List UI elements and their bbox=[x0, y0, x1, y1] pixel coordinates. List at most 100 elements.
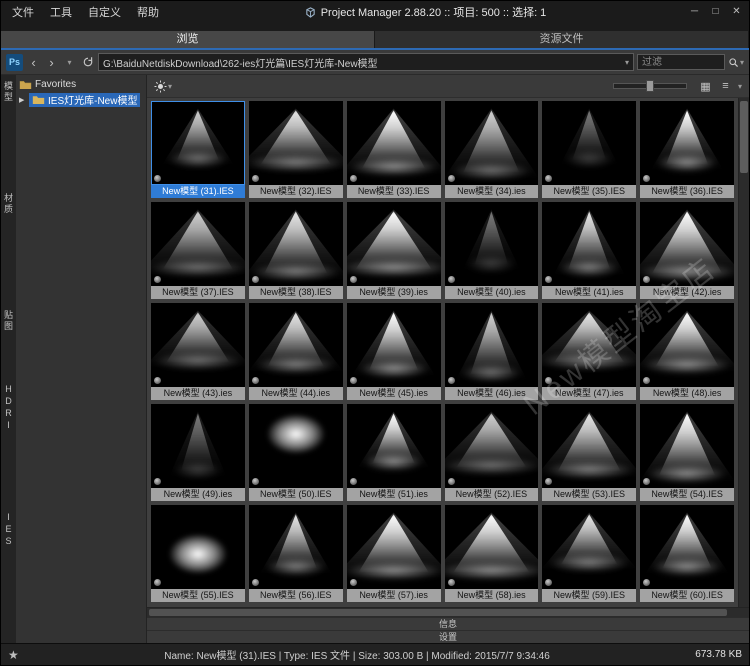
ies-thumbnail-item[interactable]: New模型 (45).ies bbox=[346, 303, 441, 400]
minimize-button[interactable]: ─ bbox=[684, 4, 705, 20]
brightness-dropdown-icon[interactable]: ▾ bbox=[168, 82, 172, 91]
menu-customize[interactable]: 自定义 bbox=[80, 2, 129, 22]
ies-thumbnail-item[interactable]: New模型 (36).IES bbox=[640, 101, 734, 198]
ies-thumbnail-item[interactable]: New模型 (39).ies bbox=[346, 202, 441, 299]
light-cone-base-glow bbox=[173, 461, 223, 480]
ies-thumbnail-item[interactable]: New模型 (40).ies bbox=[444, 202, 539, 299]
ies-thumbnail-item[interactable]: New模型 (55).IES bbox=[151, 505, 245, 602]
search-dropdown-icon[interactable]: ▾ bbox=[740, 58, 744, 67]
light-glow bbox=[168, 533, 227, 574]
ies-thumbnail-item[interactable]: New模型 (60).IES bbox=[640, 505, 734, 602]
refresh-icon[interactable] bbox=[80, 53, 95, 71]
ies-thumbnail-item[interactable]: New模型 (56).IES bbox=[248, 505, 343, 602]
ies-thumbnail-item[interactable]: New模型 (44).ies bbox=[248, 303, 343, 400]
ies-preview-image bbox=[444, 101, 539, 185]
light-icon bbox=[251, 478, 259, 485]
ies-thumbnail-item[interactable]: New模型 (43).ies bbox=[151, 303, 245, 400]
ies-filename-label: New模型 (48).ies bbox=[640, 387, 734, 400]
ies-thumbnail-item[interactable]: New模型 (51).ies bbox=[346, 404, 441, 501]
light-icon bbox=[349, 579, 357, 586]
ies-thumbnail-item[interactable]: New模型 (34).ies bbox=[444, 101, 539, 198]
ies-thumbnail-item[interactable]: New模型 (52).IES bbox=[444, 404, 539, 501]
tree-item-ies-folder[interactable]: ▶ IES灯光库-New模型 bbox=[16, 92, 146, 107]
path-combobox[interactable]: G:\BaiduNetdiskDownload\262-ies灯光篇\IES灯光… bbox=[98, 53, 634, 71]
settings-panel-header[interactable]: 设置 bbox=[147, 630, 749, 643]
history-dropdown-icon[interactable]: ▾ bbox=[62, 53, 77, 71]
favorite-star-icon[interactable]: ★ bbox=[8, 648, 19, 662]
slider-thumb[interactable] bbox=[645, 80, 654, 92]
ies-filename-label: New模型 (56).IES bbox=[248, 589, 343, 602]
ies-filename-label: New模型 (43).ies bbox=[151, 387, 245, 400]
ies-preview-image bbox=[444, 202, 539, 286]
horizontal-scrollbar-thumb[interactable] bbox=[149, 609, 727, 616]
ies-thumbnail-item[interactable]: New模型 (35).IES bbox=[542, 101, 637, 198]
light-icon bbox=[545, 276, 553, 283]
grid-view-icon[interactable]: ▦ bbox=[698, 77, 713, 95]
ies-thumbnail-item[interactable]: New模型 (48).ies bbox=[640, 303, 734, 400]
filter-input[interactable] bbox=[636, 54, 725, 70]
ies-preview-image bbox=[151, 101, 245, 185]
ies-thumbnail-item[interactable]: New模型 (59).IES bbox=[542, 505, 637, 602]
ies-thumbnail-item[interactable]: New模型 (41).ies bbox=[542, 202, 637, 299]
view-options-dropdown-icon[interactable]: ▾ bbox=[738, 82, 742, 91]
ies-thumbnail-item[interactable]: New模型 (37).IES bbox=[151, 202, 245, 299]
ies-preview-image bbox=[151, 202, 245, 286]
thumbnail-size-slider[interactable] bbox=[612, 80, 687, 92]
list-view-icon[interactable]: ≡ bbox=[718, 77, 733, 95]
ies-thumbnail-item[interactable]: New模型 (49).ies bbox=[151, 404, 245, 501]
vertical-scrollbar[interactable] bbox=[738, 98, 749, 607]
ies-thumbnail-item[interactable]: New模型 (53).IES bbox=[542, 404, 637, 501]
ies-thumbnail-item[interactable]: New模型 (31).IES bbox=[151, 101, 245, 198]
tab-browse[interactable]: 浏览 bbox=[1, 31, 375, 48]
tree-item-favorites[interactable]: Favorites bbox=[16, 77, 146, 92]
path-dropdown-icon[interactable]: ▾ bbox=[625, 58, 629, 67]
ies-thumbnail-item[interactable]: New模型 (46).ies bbox=[444, 303, 539, 400]
info-panel-header[interactable]: 信息 bbox=[147, 617, 749, 630]
ies-preview-image bbox=[444, 303, 539, 387]
ies-thumbnail-item[interactable]: New模型 (58).ies bbox=[444, 505, 539, 602]
sidebar-tab-ies[interactable]: IES bbox=[4, 512, 14, 548]
ies-thumbnail-item[interactable]: New模型 (33).IES bbox=[346, 101, 441, 198]
maximize-button[interactable]: □ bbox=[705, 4, 726, 20]
ies-preview-image bbox=[248, 404, 343, 488]
photoshop-button[interactable]: Ps bbox=[6, 53, 23, 71]
menu-file[interactable]: 文件 bbox=[4, 2, 42, 22]
horizontal-scrollbar[interactable] bbox=[147, 607, 749, 617]
sidebar-tab-hdri[interactable]: HDRI bbox=[4, 384, 14, 432]
sidebar-tab-textures[interactable]: 贴图 bbox=[2, 310, 15, 332]
light-icon bbox=[349, 276, 357, 283]
light-icon bbox=[643, 175, 651, 182]
forward-button[interactable]: › bbox=[44, 53, 59, 71]
ies-thumbnail-item[interactable]: New模型 (47).ies bbox=[542, 303, 637, 400]
ies-thumbnail-item[interactable]: New模型 (57).ies bbox=[346, 505, 441, 602]
ies-thumbnail-item[interactable]: New模型 (38).IES bbox=[248, 202, 343, 299]
light-cone-base-glow bbox=[255, 356, 337, 375]
search-button[interactable]: ▾ bbox=[728, 53, 744, 71]
light-icon bbox=[643, 276, 651, 283]
ies-thumbnail-item[interactable]: New模型 (32).IES bbox=[248, 101, 343, 198]
menu-tools[interactable]: 工具 bbox=[42, 2, 80, 22]
ies-thumbnail-item[interactable]: New模型 (50).IES bbox=[248, 404, 343, 501]
light-cone-base-glow bbox=[651, 558, 723, 577]
sidebar-tab-models[interactable]: 模型 bbox=[2, 81, 15, 103]
selected-folder[interactable]: IES灯光库-New模型 bbox=[29, 92, 141, 107]
menu-help[interactable]: 帮助 bbox=[129, 2, 167, 22]
ies-filename-label: New模型 (47).ies bbox=[542, 387, 637, 400]
back-button[interactable]: ‹ bbox=[26, 53, 41, 71]
light-icon bbox=[447, 276, 455, 283]
sidebar-tab-materials[interactable]: 材质 bbox=[2, 193, 15, 215]
ies-thumbnail-item[interactable]: New模型 (42).ies bbox=[640, 202, 734, 299]
vertical-scrollbar-thumb[interactable] bbox=[740, 101, 748, 173]
light-icon bbox=[447, 175, 455, 182]
ies-preview-image bbox=[542, 404, 637, 488]
light-cone-base-glow bbox=[346, 259, 441, 278]
expand-arrow-icon[interactable]: ▶ bbox=[19, 96, 26, 104]
menubar: 文件 工具 自定义 帮助 bbox=[1, 2, 167, 22]
brightness-button[interactable]: ▾ bbox=[154, 77, 172, 95]
light-cone-base-glow bbox=[250, 263, 342, 282]
close-button[interactable]: ✕ bbox=[726, 4, 747, 20]
light-icon bbox=[251, 377, 259, 384]
ies-thumbnail-item[interactable]: New模型 (54).IES bbox=[640, 404, 734, 501]
tab-resource-files[interactable]: 资源文件 bbox=[375, 31, 749, 48]
light-icon bbox=[251, 579, 259, 586]
